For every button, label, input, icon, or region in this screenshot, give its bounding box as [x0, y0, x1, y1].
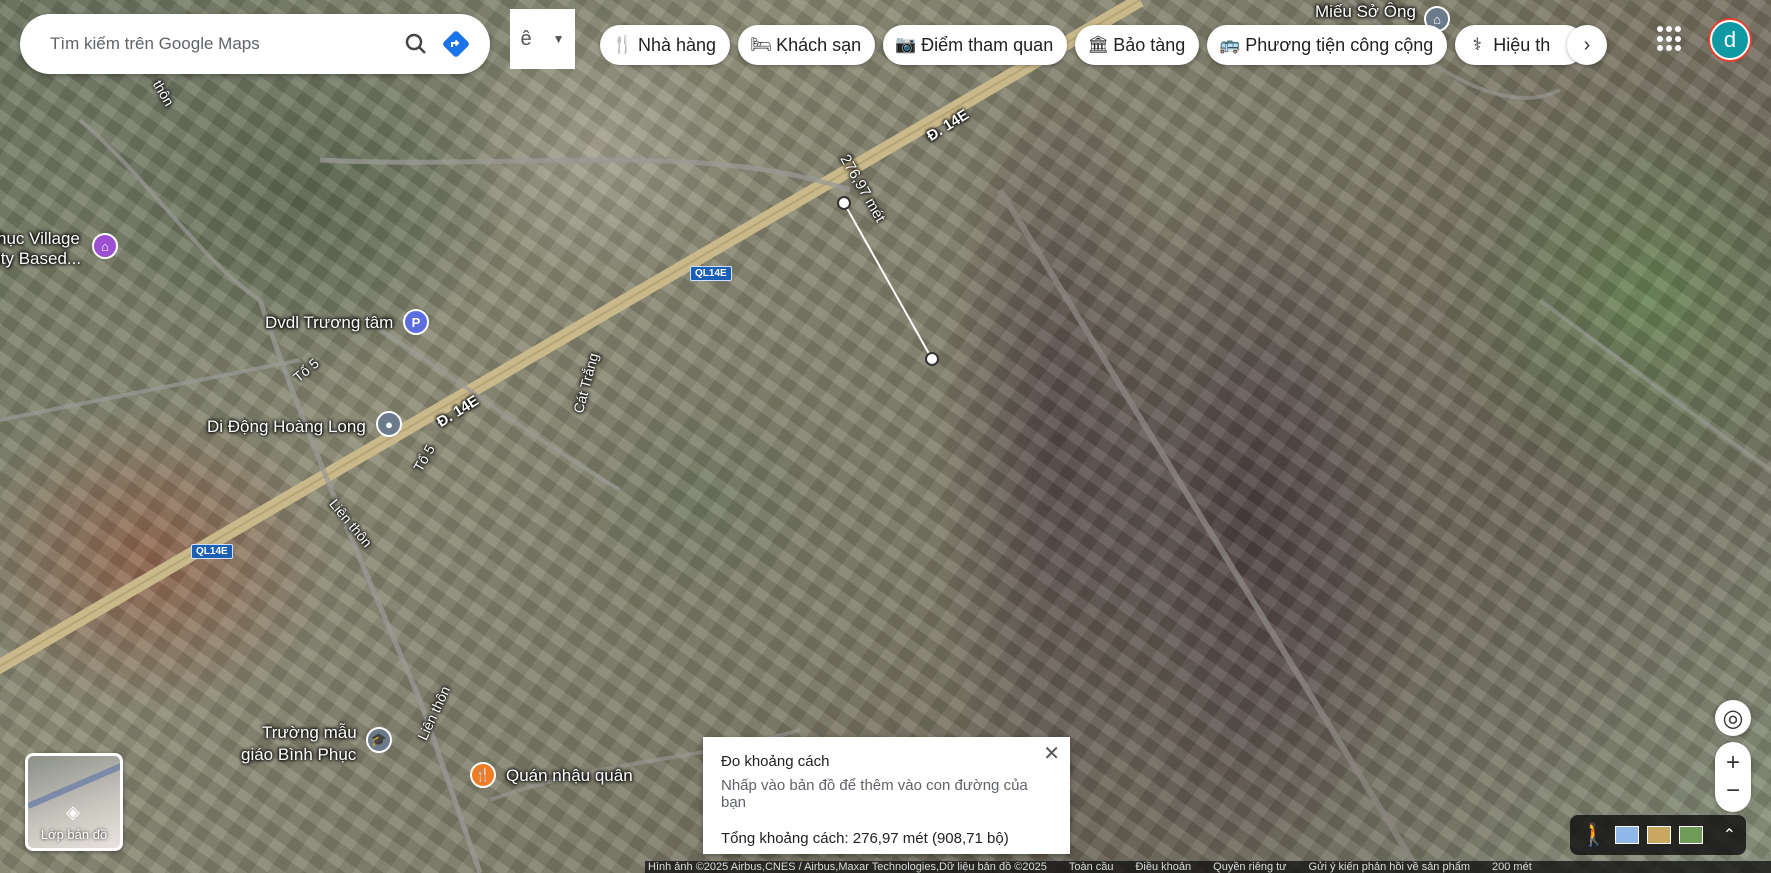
imagery-thumb-3[interactable] [1679, 826, 1704, 844]
avatar[interactable]: d [1710, 20, 1750, 60]
measure-title: Đo khoảng cách [721, 753, 830, 770]
scale-bar[interactable]: 200 mét [1492, 861, 1532, 873]
measure-distance-panel: Đo khoảng cách Nhấp vào bản đồ để thêm v… [703, 737, 1070, 854]
measure-total: Tổng khoảng cách: 276,97 mét (908,71 bộ) [721, 830, 1009, 847]
footer-global[interactable]: Toàn cầu [1069, 861, 1114, 873]
footer-privacy[interactable]: Quyền riêng tư [1213, 861, 1286, 873]
chip-transit[interactable]: 🚌 Phương tiện công cộng [1207, 25, 1448, 65]
search-input[interactable] [50, 34, 396, 54]
place-label-quan-nhau[interactable]: Quán nhậu quân [506, 766, 633, 786]
place-label-truong[interactable]: Trường mẫu [262, 723, 357, 743]
zoom-out-button[interactable]: − [1726, 777, 1740, 805]
pharmacy-icon: ⚕ [1472, 35, 1482, 54]
place-label-village-2[interactable]: ity Based... [0, 249, 81, 269]
place-label-village[interactable]: hục Village [0, 229, 80, 249]
my-location-icon[interactable]: ◎ [1715, 700, 1751, 736]
footer-terms[interactable]: Điều khoản [1135, 861, 1191, 873]
directions-icon[interactable] [436, 24, 476, 64]
layers-icon: ◈ [66, 802, 80, 822]
measure-hint: Nhấp vào bản đồ để thêm vào con đường củ… [721, 777, 1028, 811]
ime-label: ê [520, 27, 532, 50]
chip-attractions[interactable]: 📷 Điểm tham quan [883, 25, 1068, 65]
chip-restaurants[interactable]: 🍴 Nhà hàng [600, 25, 731, 65]
layers-label: Lớp bản đồ [40, 827, 108, 842]
map-footer: Hình ảnh ©2025 Airbus,CNES / Airbus,Maxa… [645, 861, 1771, 873]
search-box [20, 14, 490, 74]
zoom-controls: + − [1715, 742, 1751, 812]
place-label-di-dong[interactable]: Di Động Hoàng Long [207, 417, 366, 437]
chip-hotels[interactable]: 🛏 Khách sạn [738, 25, 876, 65]
bus-icon: 🚌 [1219, 35, 1241, 54]
place-label-mieu-so-ong[interactable]: Miếu Sở Ông [1315, 2, 1416, 22]
bed-icon: 🛏 [750, 35, 772, 54]
pegman-icon[interactable]: 🚶 [1580, 822, 1607, 848]
imagery-attribution: Hình ảnh ©2025 Airbus,CNES / Airbus,Maxa… [648, 861, 1047, 873]
layers-button[interactable]: ◈ Lớp bản đồ [25, 753, 123, 851]
chip-pharmacy[interactable]: ⚕ Hiệu th [1455, 25, 1586, 65]
place-label-truong-2[interactable]: giáo Bình Phục [241, 745, 356, 765]
street-view-bar: 🚶 ⌃ [1570, 815, 1746, 855]
apps-grid-icon[interactable] [1657, 26, 1683, 52]
input-method-toggle[interactable]: ê ▼ [510, 9, 575, 69]
imagery-thumb-1[interactable] [1615, 826, 1640, 844]
category-chips: 🍴 Nhà hàng 🛏 Khách sạn 📷 Điểm tham quan 🏛 Bả… [600, 25, 1586, 65]
chevron-down-icon[interactable]: ▼ [553, 32, 565, 46]
route-shield-ql14e: QL14E [191, 544, 233, 559]
place-label-dvdl[interactable]: Dvdl Trương tâm [265, 313, 393, 333]
school-icon[interactable]: 🎓 [366, 727, 392, 753]
footer-feedback[interactable]: Gửi ý kiến phản hồi về sản phẩm [1309, 861, 1470, 873]
chip-museums[interactable]: 🏛 Bảo tàng [1075, 25, 1200, 65]
fork-knife-icon: 🍴 [612, 35, 634, 54]
measure-point-start[interactable] [837, 196, 851, 210]
close-icon[interactable]: ✕ [1043, 741, 1060, 766]
camera-icon: 📷 [895, 35, 917, 54]
route-shield-ql14e: QL14E [690, 266, 732, 281]
place-pin-di-dong[interactable]: ● [376, 411, 402, 437]
satellite-map[interactable]: Đ. 14E Đ. 14E QL14E QL14E Tổ 5 Tổ 5 Liên… [0, 0, 1771, 873]
chevron-right-icon[interactable]: › [1567, 25, 1607, 65]
restaurant-pin-icon[interactable]: 🍴 [470, 762, 496, 788]
zoom-in-button[interactable]: + [1726, 749, 1740, 777]
chevron-up-icon[interactable]: ⌃ [1723, 825, 1736, 845]
measure-line [843, 202, 933, 360]
imagery-thumb-2[interactable] [1647, 826, 1672, 844]
search-icon[interactable] [396, 24, 436, 64]
parking-icon[interactable]: P [403, 309, 429, 335]
measure-point-end[interactable] [925, 352, 939, 366]
place-pin-village[interactable]: ⌂ [92, 233, 118, 259]
museum-icon: 🏛 [1087, 35, 1109, 54]
